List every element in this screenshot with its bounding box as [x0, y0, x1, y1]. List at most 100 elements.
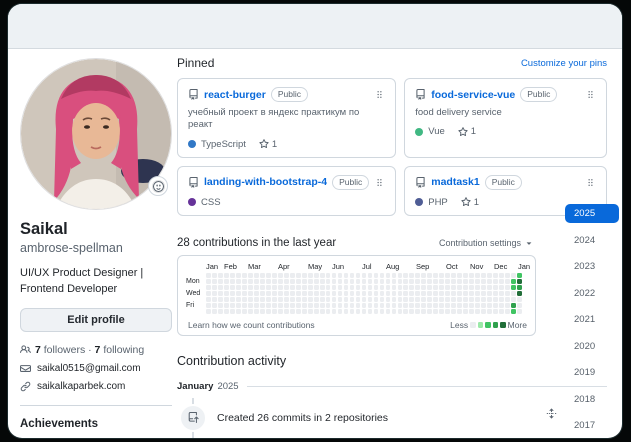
- contribution-cell[interactable]: [283, 285, 289, 291]
- repo-link[interactable]: food-service-vue: [431, 89, 515, 101]
- contribution-cell[interactable]: [403, 303, 409, 309]
- contribution-cell[interactable]: [337, 291, 343, 297]
- contribution-cell[interactable]: [433, 285, 439, 291]
- contribution-cell[interactable]: [391, 273, 397, 279]
- contribution-cell[interactable]: [206, 297, 211, 303]
- contribution-cell[interactable]: [319, 309, 325, 315]
- contribution-cell[interactable]: [206, 291, 211, 297]
- contribution-cell[interactable]: [217, 303, 223, 309]
- contribution-cell[interactable]: [355, 285, 361, 291]
- contribution-cell[interactable]: [206, 279, 211, 285]
- contribution-cell[interactable]: [277, 291, 283, 297]
- contribution-cell[interactable]: [259, 309, 265, 315]
- contribution-cell[interactable]: [445, 303, 451, 309]
- contribution-cell[interactable]: [325, 297, 331, 303]
- contribution-cell[interactable]: [397, 285, 403, 291]
- contribution-cell[interactable]: [295, 285, 301, 291]
- contribution-cell[interactable]: [475, 303, 481, 309]
- contribution-cell[interactable]: [439, 291, 445, 297]
- contribution-cell[interactable]: [253, 309, 259, 315]
- contribution-cell[interactable]: [457, 273, 463, 279]
- contribution-cell[interactable]: [433, 291, 439, 297]
- contribution-cell[interactable]: [409, 285, 415, 291]
- contribution-cell[interactable]: [517, 279, 522, 285]
- contribution-cell[interactable]: [307, 309, 313, 315]
- contribution-cell[interactable]: [367, 279, 373, 285]
- contribution-cell[interactable]: [409, 297, 415, 303]
- avatar[interactable]: [20, 58, 172, 210]
- contribution-cell[interactable]: [409, 291, 415, 297]
- contribution-cell[interactable]: [499, 303, 505, 309]
- contribution-cell[interactable]: [217, 285, 223, 291]
- contribution-cell[interactable]: [313, 273, 319, 279]
- contribution-cell[interactable]: [265, 297, 271, 303]
- contribution-cell[interactable]: [301, 309, 307, 315]
- contribution-cell[interactable]: [271, 279, 277, 285]
- contribution-cell[interactable]: [301, 285, 307, 291]
- contribution-cell[interactable]: [439, 279, 445, 285]
- contribution-cell[interactable]: [385, 273, 391, 279]
- contribution-cell[interactable]: [463, 303, 469, 309]
- contribution-cell[interactable]: [451, 303, 457, 309]
- contribution-cell[interactable]: [331, 309, 337, 315]
- contribution-cell[interactable]: [295, 273, 301, 279]
- contribution-cell[interactable]: [487, 279, 493, 285]
- contribution-cell[interactable]: [265, 279, 271, 285]
- contribution-cell[interactable]: [385, 279, 391, 285]
- contribution-cell[interactable]: [493, 279, 499, 285]
- contribution-cell[interactable]: [385, 309, 391, 315]
- contribution-cell[interactable]: [235, 279, 241, 285]
- contribution-cell[interactable]: [415, 273, 421, 279]
- contribution-cell[interactable]: [379, 297, 385, 303]
- contribution-cell[interactable]: [295, 291, 301, 297]
- contribution-cell[interactable]: [295, 309, 301, 315]
- year-button-2017[interactable]: 2017: [565, 416, 619, 435]
- contribution-cell[interactable]: [421, 303, 427, 309]
- contribution-cell[interactable]: [397, 279, 403, 285]
- contribution-cell[interactable]: [289, 285, 295, 291]
- contribution-cell[interactable]: [325, 285, 331, 291]
- contribution-cell[interactable]: [307, 279, 313, 285]
- year-button-2021[interactable]: 2021: [565, 310, 619, 329]
- contribution-cell[interactable]: [229, 297, 235, 303]
- contribution-cell[interactable]: [445, 273, 451, 279]
- contribution-cell[interactable]: [355, 303, 361, 309]
- contribution-cell[interactable]: [505, 309, 511, 315]
- contribution-cell[interactable]: [499, 309, 505, 315]
- year-button-2018[interactable]: 2018: [565, 390, 619, 409]
- contribution-cell[interactable]: [301, 273, 307, 279]
- contribution-cell[interactable]: [373, 279, 379, 285]
- contribution-cell[interactable]: [355, 279, 361, 285]
- contribution-cell[interactable]: [379, 285, 385, 291]
- contribution-cell[interactable]: [271, 303, 277, 309]
- contribution-cell[interactable]: [241, 291, 247, 297]
- contribution-cell[interactable]: [445, 297, 451, 303]
- contribution-cell[interactable]: [319, 291, 325, 297]
- contribution-cell[interactable]: [463, 309, 469, 315]
- contribution-cell[interactable]: [229, 291, 235, 297]
- drag-grabber-icon[interactable]: [374, 177, 385, 188]
- contribution-cell[interactable]: [235, 285, 241, 291]
- contribution-cell[interactable]: [241, 297, 247, 303]
- contribution-cell[interactable]: [217, 273, 223, 279]
- contribution-cell[interactable]: [301, 297, 307, 303]
- contribution-cell[interactable]: [457, 297, 463, 303]
- contribution-cell[interactable]: [463, 279, 469, 285]
- contribution-cell[interactable]: [379, 273, 385, 279]
- contribution-cell[interactable]: [475, 297, 481, 303]
- contribution-cell[interactable]: [505, 279, 511, 285]
- contribution-cell[interactable]: [325, 303, 331, 309]
- contribution-cell[interactable]: [505, 273, 511, 279]
- contribution-cell[interactable]: [409, 273, 415, 279]
- contribution-cell[interactable]: [235, 291, 241, 297]
- contribution-cell[interactable]: [247, 297, 253, 303]
- contribution-cell[interactable]: [487, 273, 493, 279]
- contribution-cell[interactable]: [367, 303, 373, 309]
- contribution-cell[interactable]: [367, 273, 373, 279]
- contribution-cell[interactable]: [223, 285, 229, 291]
- contribution-cell[interactable]: [229, 279, 235, 285]
- contribution-cell[interactable]: [223, 297, 229, 303]
- contribution-cell[interactable]: [397, 303, 403, 309]
- contribution-cell[interactable]: [421, 309, 427, 315]
- contribution-cell[interactable]: [469, 297, 475, 303]
